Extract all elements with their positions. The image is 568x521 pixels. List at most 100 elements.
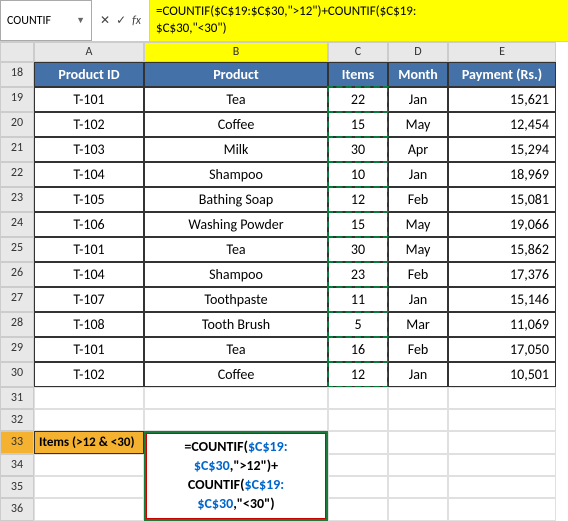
corner-cell[interactable]	[0, 42, 34, 62]
cell-items[interactable]: 16	[328, 337, 388, 362]
cell-id[interactable]: T-105	[34, 187, 144, 212]
col-header-C[interactable]: C	[328, 42, 388, 62]
empty-cell[interactable]	[328, 454, 388, 476]
cell-pay[interactable]: 15,621	[448, 87, 556, 112]
empty-cell[interactable]	[144, 409, 328, 431]
empty-cell[interactable]	[448, 454, 556, 476]
cell-month[interactable]: May	[388, 212, 448, 237]
cell-prod[interactable]: Milk	[144, 137, 328, 162]
chevron-down-icon[interactable]: ▼	[76, 15, 85, 26]
cell-id[interactable]: T-102	[34, 362, 144, 387]
empty-cell[interactable]	[388, 476, 448, 498]
row-header[interactable]: 23	[0, 187, 34, 212]
cancel-icon[interactable]: ✕	[100, 13, 110, 28]
empty-cell[interactable]	[388, 454, 448, 476]
cell-pay[interactable]: 17,050	[448, 337, 556, 362]
empty-cell[interactable]	[388, 387, 448, 409]
cell-pay[interactable]: 15,081	[448, 187, 556, 212]
cell-prod[interactable]: Shampoo	[144, 162, 328, 187]
cell-pay[interactable]: 15,862	[448, 237, 556, 262]
cell-id[interactable]: T-101	[34, 237, 144, 262]
cell-month[interactable]: Feb	[388, 262, 448, 287]
row-header[interactable]: 32	[0, 409, 34, 431]
empty-cell[interactable]	[34, 498, 144, 520]
header-items[interactable]: Items	[328, 62, 388, 87]
row-header[interactable]: 30	[0, 362, 34, 387]
cell-items[interactable]: 15	[328, 112, 388, 137]
cell-month[interactable]: Apr	[388, 137, 448, 162]
cell-pay[interactable]: 15,146	[448, 287, 556, 312]
row-header[interactable]: 31	[0, 387, 34, 409]
empty-cell[interactable]	[448, 498, 556, 520]
empty-cell[interactable]	[388, 431, 448, 454]
row-header[interactable]: 24	[0, 212, 34, 237]
empty-cell[interactable]	[328, 476, 388, 498]
cell-prod[interactable]: Tea	[144, 87, 328, 112]
cell-month[interactable]: Jan	[388, 362, 448, 387]
fx-icon[interactable]: fx	[132, 14, 141, 28]
cell-items[interactable]: 12	[328, 187, 388, 212]
cell-prod[interactable]: Shampoo	[144, 262, 328, 287]
name-box[interactable]: COUNTIF ▼	[0, 0, 92, 41]
cell-month[interactable]: Jan	[388, 87, 448, 112]
cell-month[interactable]: Feb	[388, 337, 448, 362]
col-header-E[interactable]: E	[448, 42, 556, 62]
empty-cell[interactable]	[448, 431, 556, 454]
cell-prod[interactable]: Washing Powder	[144, 212, 328, 237]
empty-cell[interactable]	[328, 387, 388, 409]
cell-month[interactable]: Jan	[388, 287, 448, 312]
row-header[interactable]: 28	[0, 312, 34, 337]
header-payment[interactable]: Payment (Rs.)	[448, 62, 556, 87]
row-header[interactable]: 33	[0, 431, 34, 454]
row-header[interactable]: 20	[0, 112, 34, 137]
row-header[interactable]: 36	[0, 498, 34, 520]
row-header[interactable]: 18	[0, 62, 34, 87]
cell-pay[interactable]: 17,376	[448, 262, 556, 287]
cell-items[interactable]: 22	[328, 87, 388, 112]
cell-id[interactable]: T-106	[34, 212, 144, 237]
cell-month[interactable]: Mar	[388, 312, 448, 337]
cell-pay[interactable]: 10,501	[448, 362, 556, 387]
empty-cell[interactable]	[328, 409, 388, 431]
cell-prod[interactable]: Tea	[144, 337, 328, 362]
header-product-id[interactable]: Product ID	[34, 62, 144, 87]
row-header[interactable]: 35	[0, 476, 34, 498]
empty-cell[interactable]	[144, 387, 328, 409]
formula-input[interactable]: =COUNTIF($C$19:$C$30,">12")+COUNTIF($C$1…	[150, 0, 568, 41]
cell-prod[interactable]: Tooth Brush	[144, 312, 328, 337]
cell-month[interactable]: May	[388, 112, 448, 137]
empty-cell[interactable]	[448, 476, 556, 498]
cell-id[interactable]: T-108	[34, 312, 144, 337]
empty-cell[interactable]	[328, 431, 388, 454]
cell-pay[interactable]: 11,069	[448, 312, 556, 337]
cell-id[interactable]: T-101	[34, 337, 144, 362]
cell-items[interactable]: 15	[328, 212, 388, 237]
row-header[interactable]: 29	[0, 337, 34, 362]
col-header-A[interactable]: A	[34, 42, 144, 62]
cell-prod[interactable]: Toothpaste	[144, 287, 328, 312]
row-header[interactable]: 21	[0, 137, 34, 162]
cell-month[interactable]: May	[388, 237, 448, 262]
empty-cell[interactable]	[34, 476, 144, 498]
empty-cell[interactable]	[388, 498, 448, 520]
cell-id[interactable]: T-104	[34, 262, 144, 287]
empty-cell[interactable]	[34, 409, 144, 431]
cell-month[interactable]: Feb	[388, 187, 448, 212]
cell-prod[interactable]: Coffee	[144, 112, 328, 137]
cell-month[interactable]: Jan	[388, 162, 448, 187]
cell-id[interactable]: T-102	[34, 112, 144, 137]
row-header[interactable]: 27	[0, 287, 34, 312]
cell-id[interactable]: T-101	[34, 87, 144, 112]
items-criteria-label[interactable]: Items (>12 & <30)	[34, 431, 144, 454]
row-header[interactable]: 19	[0, 87, 34, 112]
cell-pay[interactable]: 15,294	[448, 137, 556, 162]
empty-cell[interactable]	[328, 498, 388, 520]
cell-items[interactable]: 12	[328, 362, 388, 387]
header-product[interactable]: Product	[144, 62, 328, 87]
col-header-B[interactable]: B	[144, 42, 328, 62]
formula-cell[interactable]: =COUNTIF($C$19: $C$30,">12")+ COUNTIF($C…	[144, 431, 328, 521]
accept-icon[interactable]: ✓	[116, 13, 126, 28]
empty-cell[interactable]	[448, 409, 556, 431]
row-header[interactable]: 22	[0, 162, 34, 187]
cell-items[interactable]: 11	[328, 287, 388, 312]
